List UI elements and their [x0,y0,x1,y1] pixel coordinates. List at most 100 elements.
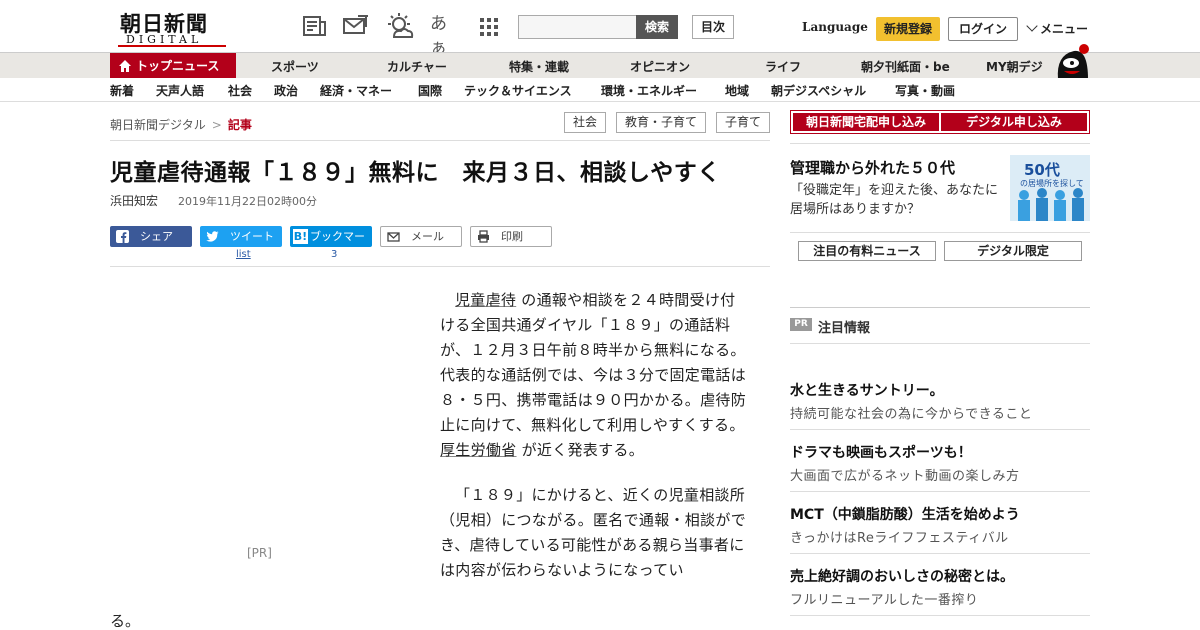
search-input[interactable] [518,15,638,39]
home-icon [119,60,131,72]
mail-share-button[interactable]: メール [380,226,462,247]
promo-text[interactable]: 「役職定年」を迎えた後、あなたに居場所はありますか？ [790,181,1002,219]
twitter-icon [206,231,219,242]
paragraph-text: 「１８９」にかけると、近くの児童相談所（児相）につながる。匿名で通報・相談ができ… [440,486,747,579]
logo-underline [118,45,226,47]
nav-my-asadigi[interactable]: MY朝デジ [986,58,1043,75]
ad-subtitle[interactable]: フルリニューアルした一番搾り [790,589,978,608]
ad-title[interactable]: 水と生きるサントリー。 [790,380,944,400]
tag-childcare[interactable]: 子育て [716,112,770,133]
hatena-bookmark-label: ブックマーク [310,230,365,264]
print-button[interactable]: 印刷 [470,226,552,247]
people-silhouette-icon [1018,188,1084,221]
twitter-share-count[interactable]: list [236,249,251,260]
nav-environment[interactable]: 環境・エネルギー [601,82,697,99]
promo-title[interactable]: 管理職から外れた５０代 [790,157,955,178]
nav-tech-science[interactable]: テック＆サイエンス [464,82,572,99]
breadcrumb-home[interactable]: 朝日新聞デジタル [110,118,206,132]
nav-politics[interactable]: 政治 [274,82,298,99]
breadcrumb: 朝日新聞デジタル > 記事 [110,116,252,133]
secondary-nav: 新着 天声人語 社会 政治 経済・マネー 国際 テック＆サイエンス 環境・エネル… [0,78,1200,102]
facebook-icon [116,230,129,243]
keyword-link[interactable]: 厚生労働省 [440,441,517,459]
printer-icon [478,230,489,243]
tag-education[interactable]: 教育・子育て [616,112,706,133]
weather-icon[interactable] [386,13,414,39]
nav-photo-video[interactable]: 写真・動画 [895,82,955,99]
tab-paid-news[interactable]: 注目の有料ニュース [798,241,936,261]
ad-subtitle[interactable]: きっかけはReライフフェスティバル [790,527,1009,546]
search-button[interactable]: 検索 [636,15,678,39]
nav-latest[interactable]: 新着 [110,82,134,99]
apps-grid-icon[interactable] [476,13,504,39]
menu-label: メニュー [1040,22,1089,36]
divider [790,143,1090,144]
breadcrumb-current: 記事 [227,118,252,132]
print-label: 印刷 [501,230,523,243]
nav-top-news-label: トップニュース [136,59,220,73]
subscribe-digital-button[interactable]: デジタル申し込み [941,113,1087,131]
nav-culture[interactable]: カルチャー [387,58,447,75]
article-date: 2019年11月22日02時00分 [178,195,317,208]
nav-society[interactable]: 社会 [228,82,252,99]
ad-title[interactable]: MCT（中鎖脂肪酸）生活を始めよう [790,504,1020,524]
pr-heading: 注目情報 [818,321,871,336]
tag-society[interactable]: 社会 [564,112,606,133]
nav-region[interactable]: 地域 [725,82,749,99]
nav-sports[interactable]: スポーツ [271,58,319,75]
divider [790,491,1090,492]
divider [110,140,770,141]
promo-image[interactable]: 50代 の居場所を探して [1010,155,1090,221]
article-author[interactable]: 浜田知宏 [110,192,158,209]
site-header: 朝日新聞 DIGITAL あぁ 検索 目次 Language 新規登録 ログイン… [0,0,1200,58]
divider [790,343,1090,344]
nav-special[interactable]: 朝デジスペシャル [771,82,866,99]
nav-economy[interactable]: 経済・マネー [320,82,392,99]
ad-subtitle[interactable]: 持続可能な社会の為に今からできること [790,403,1032,422]
twitter-share-label: ツイート [230,230,274,243]
paragraph: 児童虐待 の通報や相談を２４時間受け付ける全国共通ダイヤル「１８９」の通話料が、… [440,288,746,463]
login-button[interactable]: ログイン [948,17,1018,41]
font-size-icon[interactable]: あぁ [430,12,458,58]
primary-nav: トップニュース スポーツ カルチャー 特集・連載 オピニオン ライフ 朝夕刊紙面… [0,44,1200,79]
mail-icon[interactable] [342,13,370,39]
hatena-bookmark-count[interactable]: 3 [331,249,337,260]
pr-badge: PR [790,318,812,331]
breadcrumb-separator: > [211,118,222,132]
facebook-share-button[interactable]: シェア [110,226,192,247]
hatena-bookmark-button[interactable]: B! ブックマーク [290,226,372,264]
nav-tensei-jingo[interactable]: 天声人語 [156,82,204,99]
nav-life[interactable]: ライフ [765,58,801,75]
asahi-digital-logo[interactable]: 朝日新聞 DIGITAL [112,8,230,47]
ad-title[interactable]: ドラマも映画もスポーツも！ [790,442,972,462]
ad-title[interactable]: 売上絶好調のおいしさの秘密とは。 [790,566,1014,586]
divider [790,553,1090,554]
nav-paper[interactable]: 朝夕刊紙面・be [861,58,950,75]
newspaper-icon[interactable] [301,13,329,39]
divider [790,615,1090,616]
subscribe-paper-button[interactable]: 朝日新聞宅配申し込み [793,113,939,131]
nav-international[interactable]: 国際 [418,82,442,99]
mail-icon [387,232,400,242]
nav-features[interactable]: 特集・連載 [509,58,569,75]
chevron-down-icon [1026,20,1038,32]
toc-button[interactable]: 目次 [692,15,734,39]
article-headline: 児童虐待通報「１８９」無料に 来月３日、相談しやすく [110,160,721,186]
register-button[interactable]: 新規登録 [876,17,940,41]
article-body: 児童虐待 の通報や相談を２４時間受け付ける全国共通ダイヤル「１８９」の通話料が、… [440,288,746,603]
language-link[interactable]: Language [802,20,868,34]
tab-digital-only[interactable]: デジタル限定 [944,241,1082,261]
twitter-share-button[interactable]: ツイート [200,226,282,247]
facebook-share-label: シェア [140,230,173,243]
divider [790,232,1090,233]
divider [110,266,770,267]
nav-opinion[interactable]: オピニオン [630,58,690,75]
nav-top-news[interactable]: トップニュース [110,53,236,79]
ad-subtitle[interactable]: 大画面で広がるネット動画の楽しみ方 [790,465,1020,484]
keyword-link[interactable]: 児童虐待 [455,291,516,309]
subscribe-box: 朝日新聞宅配申し込み デジタル申し込み [790,110,1090,134]
paragraph-text: の通報や相談を２４時間受け付ける全国共通ダイヤル「１８９」の通話料が、１２月３日… [440,291,747,434]
mascot-icon[interactable] [1054,43,1092,79]
paragraph-text: が近く発表する。 [521,441,644,459]
menu-button[interactable]: メニュー [1026,20,1089,37]
